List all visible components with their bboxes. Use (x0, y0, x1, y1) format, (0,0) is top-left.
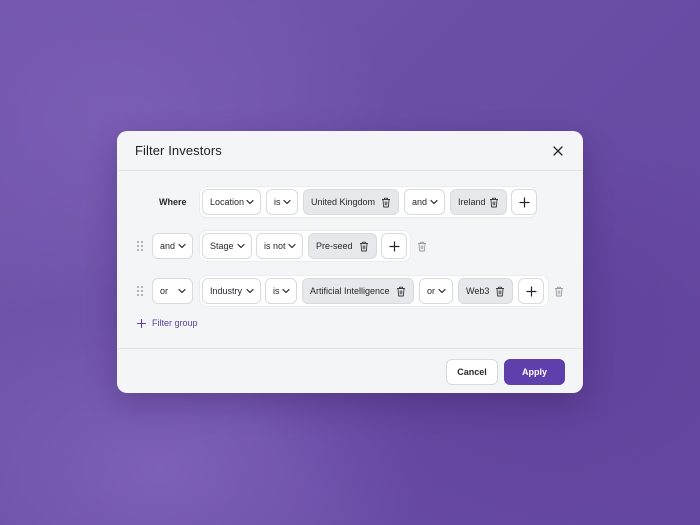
value-chip[interactable]: United Kingdom (303, 189, 399, 215)
operator-select-label: is not (264, 241, 286, 251)
chevron-down-icon (246, 199, 254, 205)
operator-select[interactable]: is (266, 189, 298, 215)
operator-select[interactable]: is not (256, 233, 303, 259)
value-joiner-select[interactable]: and (404, 189, 445, 215)
connector-select[interactable]: or (152, 278, 193, 304)
field-select[interactable]: Location (202, 189, 261, 215)
cancel-button[interactable]: Cancel (446, 359, 498, 385)
operator-select[interactable]: is (265, 278, 297, 304)
close-button[interactable] (550, 143, 566, 159)
value-chip[interactable]: Web3 (458, 278, 513, 304)
field-select[interactable]: Industry (202, 278, 261, 304)
value-chip[interactable]: Ireland (450, 189, 507, 215)
chevron-down-icon (430, 199, 438, 205)
chevron-down-icon (288, 243, 296, 249)
value-joiner-label: and (412, 197, 428, 207)
field-select-label: Stage (210, 241, 234, 251)
plus-icon (518, 196, 530, 208)
drag-handle-icon[interactable] (137, 241, 145, 251)
chevron-down-icon (246, 288, 254, 294)
chevron-down-icon (438, 288, 446, 294)
value-chip[interactable]: Artificial Intelligence (302, 278, 414, 304)
apply-button[interactable]: Apply (504, 359, 565, 385)
connector-select[interactable]: and (152, 233, 193, 259)
add-filter-group-label: Filter group (152, 318, 198, 328)
add-value-button[interactable] (381, 233, 407, 259)
value-chip-label: United Kingdom (311, 197, 376, 207)
operator-select-label: is (274, 197, 281, 207)
field-select-label: Industry (210, 286, 243, 296)
add-value-button[interactable] (511, 189, 537, 215)
plus-icon (137, 318, 146, 328)
chevron-down-icon (178, 243, 186, 249)
filter-dialog: Filter Investors Where Location is Unite… (117, 131, 583, 393)
where-label: Where (159, 197, 187, 207)
dialog-title: Filter Investors (135, 143, 222, 158)
drag-handle-icon[interactable] (137, 286, 145, 296)
value-chip-label: Artificial Intelligence (310, 286, 390, 296)
chevron-down-icon (178, 288, 186, 294)
field-select[interactable]: Stage (202, 233, 252, 259)
value-chip-label: Web3 (466, 286, 490, 296)
value-joiner-select[interactable]: or (419, 278, 453, 304)
chevron-down-icon (282, 288, 290, 294)
trash-icon[interactable] (495, 286, 505, 297)
field-select-label: Location (210, 197, 245, 207)
plus-icon (388, 240, 400, 252)
operator-select-label: is (273, 286, 280, 296)
chevron-down-icon (283, 199, 291, 205)
trash-icon[interactable] (381, 197, 391, 208)
value-chip-label: Pre-seed (316, 241, 353, 251)
plus-icon (525, 285, 537, 297)
trash-icon[interactable] (359, 241, 369, 252)
connector-select-label: or (160, 286, 169, 296)
value-chip[interactable]: Pre-seed (308, 233, 377, 259)
add-filter-group-button[interactable]: Filter group (137, 318, 198, 328)
add-value-button[interactable] (518, 278, 544, 304)
trash-icon[interactable] (417, 241, 427, 252)
trash-icon[interactable] (554, 286, 564, 297)
filter-body: Where Location is United Kingdom and Ire… (117, 171, 583, 349)
trash-icon[interactable] (396, 286, 406, 297)
value-chip-label: Ireland (458, 197, 486, 207)
chevron-down-icon (237, 243, 245, 249)
trash-icon[interactable] (489, 197, 499, 208)
connector-select-label: and (160, 241, 176, 251)
dialog-header: Filter Investors (117, 131, 583, 171)
close-icon (553, 145, 563, 156)
value-joiner-label: or (427, 286, 436, 296)
